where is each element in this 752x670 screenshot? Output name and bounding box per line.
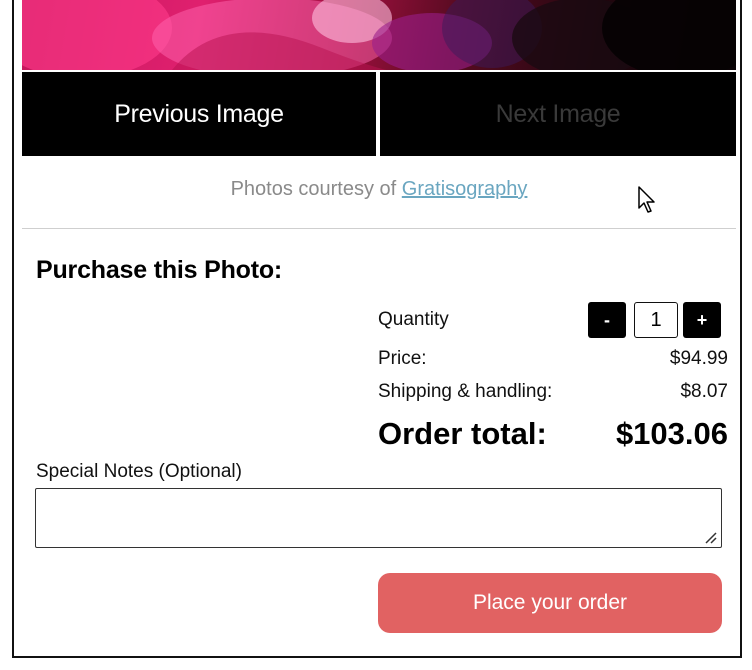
- order-total-value: $103.06: [615, 416, 728, 451]
- image-nav: Previous Image Next Image: [22, 72, 736, 156]
- photo-credit: Photos courtesy of Gratisography: [22, 178, 736, 201]
- credit-prefix: Photos courtesy of: [230, 178, 397, 200]
- shipping-label: Shipping & handling:: [378, 381, 553, 402]
- quantity-input[interactable]: [634, 302, 678, 338]
- mouse-cursor-icon: [638, 186, 655, 213]
- section-title: Purchase this Photo:: [36, 256, 283, 284]
- previous-image-button[interactable]: Previous Image: [22, 72, 376, 156]
- product-photo: [22, 0, 736, 70]
- next-image-button[interactable]: Next Image: [380, 72, 736, 156]
- order-total-label: Order total:: [378, 416, 547, 451]
- price-label: Price:: [378, 348, 427, 369]
- quantity-label: Quantity: [378, 309, 449, 330]
- resize-grip-icon[interactable]: [704, 531, 718, 545]
- divider: [22, 228, 736, 229]
- special-notes-field[interactable]: [35, 488, 722, 548]
- quantity-decrease-button[interactable]: -: [588, 302, 626, 338]
- quantity-increase-button[interactable]: +: [683, 302, 721, 338]
- product-card: Previous Image Next Image Photos courtes…: [12, 0, 742, 658]
- place-order-button[interactable]: Place your order: [378, 573, 722, 633]
- shipping-value: $8.07: [680, 381, 728, 402]
- price-value: $94.99: [669, 348, 728, 369]
- special-notes-label: Special Notes (Optional): [36, 461, 242, 482]
- gratisography-link[interactable]: Gratisography: [402, 178, 528, 200]
